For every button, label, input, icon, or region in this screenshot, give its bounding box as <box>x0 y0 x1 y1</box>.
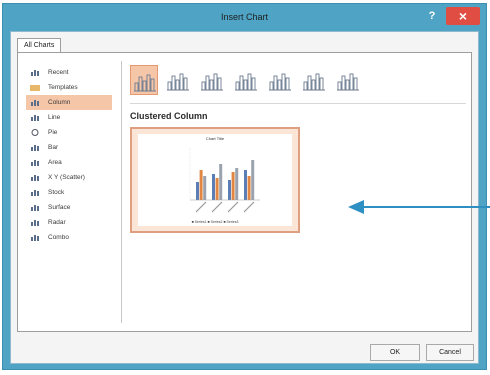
chart-type-list: Recent Templates Column Line Pie Bar Area X Y (… <box>18 65 118 245</box>
chart-type-label: Pie <box>48 129 58 136</box>
chart-type-bar[interactable]: Bar <box>26 140 112 155</box>
surface-chart-icon <box>31 205 39 211</box>
chart-type-label: Recent <box>48 69 69 76</box>
preview-bar <box>244 170 247 200</box>
3d-column-button[interactable] <box>334 65 362 95</box>
preview-legend: ■ Series1 ■ Series2 ■ Series3 <box>191 220 239 224</box>
preview-bar <box>231 172 235 200</box>
arrow-icon <box>348 200 490 214</box>
100-stacked-column-button[interactable] <box>198 65 226 95</box>
stock-chart-icon <box>31 190 39 196</box>
chart-type-pie[interactable]: Pie <box>26 125 112 140</box>
ok-button[interactable]: OK <box>370 344 420 361</box>
3d-100-stacked-column-button[interactable] <box>300 65 328 95</box>
tab-page: Recent Templates Column Line Pie Bar Area X Y (… <box>17 52 490 332</box>
close-button[interactable]: × <box>446 7 480 25</box>
title-bar[interactable]: Insert Chart ? × <box>3 4 486 31</box>
3d-stacked-column-icon <box>269 73 291 91</box>
100-stacked-column-icon <box>201 73 223 91</box>
insert-chart-dialog: Insert Chart ? × All Charts Recent Templa… <box>2 3 490 370</box>
dialog-body: All Charts Recent Templates Column Line Pie B… <box>10 31 490 364</box>
scatter-chart-icon <box>31 175 39 181</box>
chart-type-line[interactable]: Line <box>26 110 112 125</box>
combo-chart-icon <box>31 235 39 241</box>
clustered-column-icon <box>134 74 156 92</box>
divider <box>121 61 122 323</box>
chart-type-label: Surface <box>48 204 71 211</box>
chart-type-label: Column <box>48 99 71 106</box>
3d-100-stacked-column-icon <box>303 73 325 91</box>
chart-type-label: Radar <box>48 219 66 226</box>
selected-subtype-title: Clustered Column <box>130 111 208 121</box>
chart-type-x-y-scatter-[interactable]: X Y (Scatter) <box>26 170 112 185</box>
preview-bar <box>251 160 255 200</box>
preview-bar <box>212 174 215 200</box>
radar-chart-icon <box>31 220 39 226</box>
recent-icon <box>31 70 39 76</box>
chart-type-radar[interactable]: Radar <box>26 215 112 230</box>
chart-type-label: Stock <box>48 189 65 196</box>
bar-chart-icon <box>31 145 39 151</box>
chart-preview[interactable]: Chart Title ■ Series1 ■ Series2 ■ Series… <box>130 127 300 233</box>
3d-clustered-column-button[interactable] <box>232 65 260 95</box>
line-chart-icon <box>31 115 39 121</box>
3d-column-icon <box>337 73 359 91</box>
preview-bar <box>235 168 239 200</box>
preview-bar <box>215 178 219 200</box>
chart-type-templates[interactable]: Templates <box>26 80 112 95</box>
tab-all-charts[interactable]: All Charts <box>17 38 62 53</box>
3d-stacked-column-button[interactable] <box>266 65 294 95</box>
preview-bar <box>199 170 203 200</box>
chart-type-label: Combo <box>48 234 69 241</box>
preview-bar <box>219 164 223 200</box>
preview-category-label <box>227 201 239 213</box>
stacked-column-icon <box>167 73 189 91</box>
chart-type-label: Area <box>48 159 62 166</box>
chart-type-area[interactable]: Area <box>26 155 112 170</box>
preview-category-label <box>195 201 207 213</box>
cancel-button[interactable]: Cancel <box>426 344 474 361</box>
chart-type-surface[interactable]: Surface <box>26 200 112 215</box>
3d-clustered-column-icon <box>235 73 257 91</box>
chart-type-label: Bar <box>48 144 59 151</box>
folder-icon <box>30 85 40 91</box>
dialog-title: Insert Chart <box>220 12 269 22</box>
pie-chart-icon <box>31 129 39 136</box>
preview-bar <box>196 182 199 200</box>
chart-type-label: Line <box>48 114 61 121</box>
clustered-column-button[interactable] <box>130 65 158 95</box>
column-chart-icon <box>31 100 39 106</box>
preview-category-label <box>243 201 255 213</box>
chart-preview-canvas: Chart Title ■ Series1 ■ Series2 ■ Series… <box>138 134 292 226</box>
preview-chart-graphic <box>189 148 260 213</box>
preview-bar <box>247 176 251 200</box>
chart-type-column[interactable]: Column <box>26 95 112 110</box>
chart-type-label: Templates <box>48 84 78 91</box>
preview-bar <box>228 180 231 200</box>
help-button[interactable]: ? <box>424 8 440 24</box>
preview-bar <box>203 176 207 200</box>
chart-type-combo[interactable]: Combo <box>26 230 112 245</box>
chart-type-label: X Y (Scatter) <box>48 174 85 181</box>
chart-type-recent[interactable]: Recent <box>26 65 112 80</box>
area-chart-icon <box>31 160 39 166</box>
divider <box>130 103 466 104</box>
stacked-column-button[interactable] <box>164 65 192 95</box>
preview-category-label <box>211 201 223 213</box>
chart-type-stock[interactable]: Stock <box>26 185 112 200</box>
